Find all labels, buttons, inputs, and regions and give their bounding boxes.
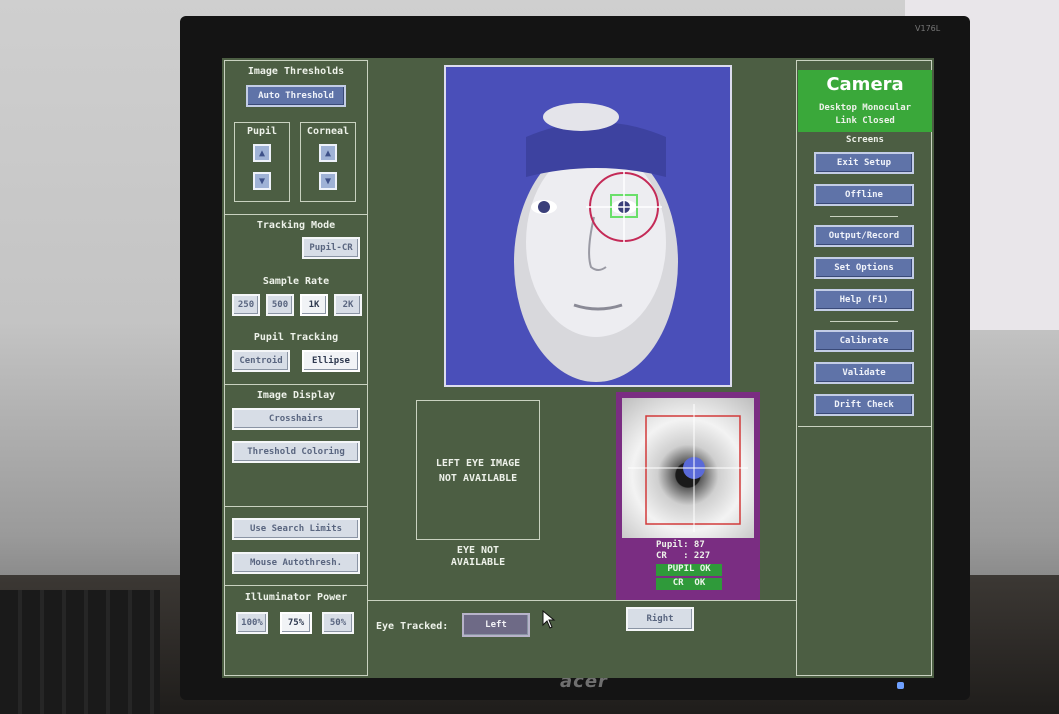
monitor-model: V176L [915,24,941,33]
mode-line1: Desktop Monocular [818,103,912,113]
mouse-cursor-icon [542,610,556,629]
pupil-readout: Pupil: 87 [656,540,705,550]
eyetracker-screen: Image Thresholds Auto Threshold Pupil ▲ … [222,58,934,678]
arrow-up-icon: ▲ [324,147,332,159]
sample-rate-2k-button[interactable]: 2K [334,294,362,316]
eye-tracked-right-button[interactable]: Right [626,607,694,631]
tracking-mode-title: Tracking Mode [256,220,336,231]
help-button[interactable]: Help (F1) [814,289,914,311]
corneal-threshold-up-button[interactable]: ▲ [319,144,337,162]
pupil-threshold-down-button[interactable]: ▼ [253,172,271,190]
threshold-coloring-button[interactable]: Threshold Coloring [232,441,360,463]
divider [830,321,898,322]
corneal-threshold-down-button[interactable]: ▼ [319,172,337,190]
set-options-button[interactable]: Set Options [814,257,914,279]
mouse-autothresh-button[interactable]: Mouse Autothresh. [232,552,360,574]
pupil-crosshair-icon [628,404,748,532]
validate-button[interactable]: Validate [814,362,914,384]
centroid-button[interactable]: Centroid [232,350,290,372]
tracking-mode-button[interactable]: Pupil-CR [302,237,360,259]
illuminator-power-title: Illuminator Power [244,592,348,603]
crosshair-icon [586,171,662,243]
illuminator-75-button[interactable]: 75% [280,612,312,634]
cr-ok-badge: CR OK [656,578,722,590]
drift-check-button[interactable]: Drift Check [814,394,914,416]
left-eye-image-box [416,400,540,540]
divider [224,214,368,215]
right-eye-image [622,398,754,538]
calibrate-button[interactable]: Calibrate [814,330,914,352]
divider [368,600,796,601]
divider [830,216,898,217]
sample-rate-500-button[interactable]: 500 [266,294,294,316]
illuminator-100-button[interactable]: 100% [236,612,268,634]
eye-not-available-line1: EYE NOT [456,545,500,556]
left-eye-message-line2: NOT AVAILABLE [438,473,518,484]
left-eye-message-line1: LEFT EYE IMAGE [435,458,521,469]
divider [224,384,368,385]
divider [224,585,368,586]
offline-button[interactable]: Offline [814,184,914,206]
divider [798,426,932,427]
crosshairs-button[interactable]: Crosshairs [232,408,360,430]
use-search-limits-button[interactable]: Use Search Limits [232,518,360,540]
image-thresholds-title: Image Thresholds [247,66,345,77]
camera-setup-title: Camera Setup [798,70,932,125]
arrow-down-icon: ▼ [324,175,332,187]
ellipse-button[interactable]: Ellipse [302,350,360,372]
mode-line2: Link Closed [835,116,895,126]
eye-tracked-left-button[interactable]: Left [462,613,530,637]
eye-not-available-line2: AVAILABLE [450,557,506,568]
illuminator-50-button[interactable]: 50% [322,612,354,634]
power-led-icon [897,682,904,689]
cr-readout: CR : 227 [656,551,711,561]
eye-tracked-label: Eye Tracked: [376,621,449,632]
pupil-threshold-label: Pupil [246,126,278,137]
sample-rate-title: Sample Rate [262,276,330,287]
pupil-threshold-up-button[interactable]: ▲ [253,144,271,162]
keyboard [0,590,160,714]
pupil-tracking-title: Pupil Tracking [253,332,339,343]
image-display-title: Image Display [256,390,336,401]
corneal-threshold-label: Corneal [306,126,350,137]
screens-label: Screens [846,135,884,145]
divider [224,506,368,507]
arrow-up-icon: ▲ [258,147,266,159]
arrow-down-icon: ▼ [258,175,266,187]
output-record-button[interactable]: Output/Record [814,225,914,247]
sample-rate-1k-button[interactable]: 1K [300,294,328,316]
right-eye-panel: Pupil: 87 CR : 227 PUPIL OK CR OK [616,392,760,600]
exit-setup-button[interactable]: Exit Setup [814,152,914,174]
camera-image [444,65,732,387]
auto-threshold-button[interactable]: Auto Threshold [246,85,346,107]
sample-rate-250-button[interactable]: 250 [232,294,260,316]
pupil-ok-badge: PUPIL OK [656,564,722,576]
